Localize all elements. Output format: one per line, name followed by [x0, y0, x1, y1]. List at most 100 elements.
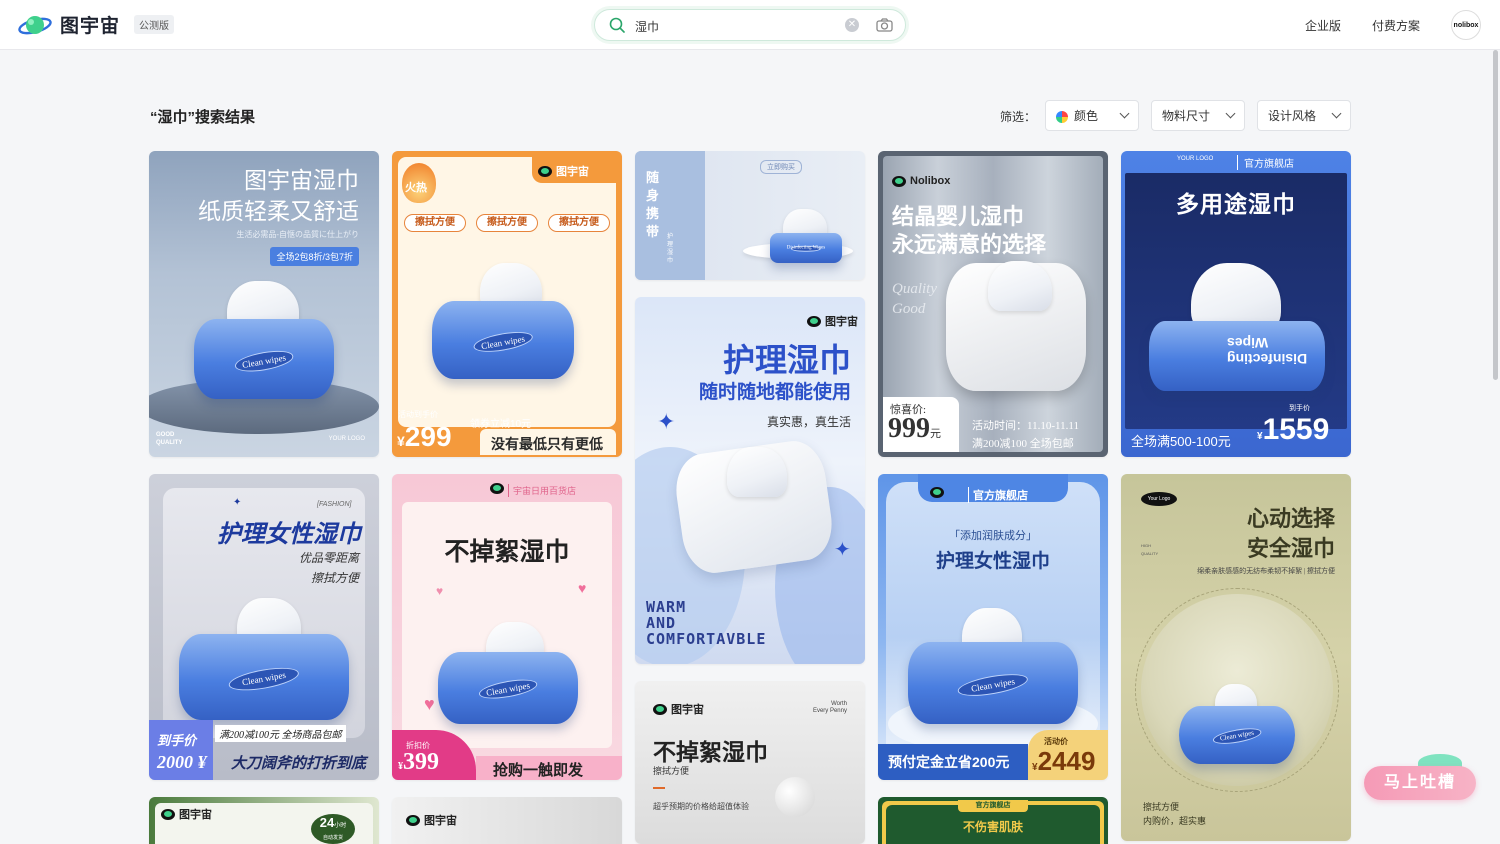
template-card[interactable]: 图宇宙 24小时 自动发货 [149, 797, 379, 844]
template-card[interactable]: 宇宙日用百货店 不掉絮湿巾 ♥ ♥ ♥ Clean wipes 折扣价 ¥399… [392, 474, 622, 780]
card-subtitle: 擦拭方便 [653, 766, 690, 776]
footer-text: 擦拭方便 内购价，超实惠 [1143, 802, 1207, 826]
filter-color-label: 颜色 [1056, 107, 1098, 124]
wipes-pack: Clean wipes [1169, 706, 1305, 764]
promo-text: 满200减100元 全场商品包邮 [215, 725, 346, 742]
wipes-pack: Clean wipes [182, 319, 346, 399]
script-text: Quality Good [892, 281, 937, 317]
template-card[interactable]: 图宇宙 Worth Every Penny 不掉絮湿巾 擦拭方便 超乎预期的价格给… [635, 681, 865, 844]
search-input[interactable]: 湿巾 [635, 18, 659, 35]
vertical-title: 随身携带 [646, 170, 660, 239]
camera-icon[interactable] [876, 17, 893, 33]
event-info: 活动时间：11.10-11.11 满200减100 全场包邮 [972, 420, 1079, 450]
price: ¥2449 [1032, 746, 1096, 776]
results-title: “湿巾”搜索结果 [150, 109, 256, 126]
quality-text: HIGH QUALITY [1141, 543, 1159, 556]
template-card[interactable]: YOUR LOGO 官方旗舰店 多用途湿巾 Disinfecting Wipes … [1121, 151, 1351, 457]
avatar[interactable]: nolibox [1451, 10, 1481, 40]
scrollbar-thumb[interactable] [1493, 50, 1498, 380]
price: ¥1559 [1257, 413, 1330, 446]
scrollbar[interactable] [1491, 50, 1500, 844]
template-card[interactable]: Your Logo 心动选择 安全湿巾 HIGH QUALITY 绵柔亲肤感感的无纺… [1121, 474, 1351, 841]
card-title: 不伤害肌肤 [962, 820, 1023, 834]
coupon-text: 领券立减10元 [470, 419, 532, 430]
feature-chip: 擦拭方便 [404, 214, 466, 232]
search-icon[interactable] [609, 17, 625, 33]
vertical-sub: 护理湿巾 [667, 234, 674, 264]
card-subtitle: 优品零距离 擦拭方便 [298, 551, 359, 585]
template-card[interactable]: 官方旗舰店 不伤害肌肤 [878, 797, 1108, 844]
nav-pricing[interactable]: 付费方案 [1372, 17, 1420, 34]
english-slogan: WARM AND COMFORTAVBLE [646, 598, 767, 648]
wipes-pack: Disinfecting Wipes [764, 233, 848, 263]
filter-size[interactable]: 物料尺寸 [1151, 100, 1245, 131]
wipes-pack: Clean wipes [420, 301, 586, 379]
store-name: 官方旗舰店 [1237, 155, 1294, 170]
slogan: 大刀阔斧的打折到底 [231, 756, 367, 772]
price: 2000 ¥ [157, 752, 207, 772]
store-name: 官方旗舰店 [968, 487, 1028, 503]
template-card[interactable]: 图宇宙湿巾 纸质轻柔又舒适 生活必需品-自惬の品質に仕上がり 全场2包8折/3包7… [149, 151, 379, 457]
deco-sphere [775, 777, 815, 817]
brand-logo[interactable]: 图宇宙 公测版 [18, 11, 175, 38]
price-label: 到手价 [1289, 405, 1310, 412]
your-logo: Your Logo [1141, 492, 1177, 506]
slogan: 没有最低只有更低 [491, 436, 603, 452]
buy-now-tag: 立即购买 [760, 160, 802, 174]
card-title: 图宇宙湿巾 纸质轻柔又舒适 [198, 168, 359, 224]
price: ¥399 [398, 749, 439, 775]
brand-badge: Nolibox [892, 175, 950, 187]
card-title: 结晶婴儿湿巾 永远满意的选择 [892, 204, 1047, 257]
template-card[interactable]: 图宇宙 护理湿巾 随时随地都能使用 真实惠，真生活 ✦ ✦ WARM AND COM… [635, 297, 865, 664]
wipes-pack: Clean wipes [426, 652, 590, 724]
template-card[interactable]: [FASHION] ✦ 护理女性湿巾 优品零距离 擦拭方便 Clean wipes… [149, 474, 379, 780]
wipe-sheet [988, 261, 1052, 311]
wipes-pack: Clean wipes [165, 634, 363, 720]
template-card[interactable]: 火热 图宇宙 擦拭方便 擦拭方便 擦拭方便 Clean wipes 活动到手价 … [392, 151, 622, 457]
corner-text: Worth Every Penny [812, 701, 847, 714]
template-card[interactable]: 图宇宙 [392, 797, 622, 844]
template-card[interactable]: 官方旗舰店 「添加润肤成分」 护理女性湿巾 Clean wipes 预付定金立省… [878, 474, 1108, 780]
beta-badge: 公测版 [134, 15, 175, 34]
filter-color[interactable]: 颜色 [1045, 100, 1139, 131]
card-desc: 绵柔亲肤感感的无纺布柔韧不掉絮 | 擦拭方便 [1197, 567, 1335, 575]
card-title: 心动选择 安全湿巾 [1246, 506, 1335, 561]
chevron-down-icon [1225, 108, 1236, 119]
brand-badge: 图宇宙 [406, 812, 457, 828]
nav-enterprise[interactable]: 企业版 [1305, 17, 1341, 34]
wipes-pack: Clean wipes [894, 642, 1092, 724]
filter-size-label: 物料尺寸 [1162, 109, 1211, 123]
brand-badge: 图宇宙 [161, 806, 212, 822]
filter-style-label: 设计风格 [1268, 109, 1317, 123]
shop-name: 宇宙日用百货店 [508, 484, 576, 497]
card-title: 不掉絮湿巾 [653, 739, 768, 765]
your-logo: YOUR LOGO [328, 436, 365, 442]
template-card[interactable]: Nolibox 结晶婴儿湿巾 永远满意的选择 Quality Good 惊喜价: 9… [878, 151, 1108, 457]
brand-logo-icon [930, 487, 944, 498]
brand-logo-icon [490, 483, 504, 494]
heart-icon: ♥ [436, 584, 444, 598]
accent-line [653, 787, 665, 789]
clear-search-icon[interactable]: ✕ [845, 18, 859, 32]
template-card[interactable]: 随身携带 护理湿巾 立即购买 Disinfecting Wipes [635, 151, 865, 280]
search-box[interactable]: 湿巾 ✕ [594, 9, 906, 41]
your-logo: YOUR LOGO [1177, 156, 1214, 162]
card-title: 护理女性湿巾 [217, 522, 361, 548]
feedback-button[interactable]: 马上吐槽 [1364, 766, 1476, 800]
heart-icon: ♥ [578, 580, 587, 596]
card-subtitle: 生活必需品-自惬の品質に仕上がり [236, 230, 359, 239]
card-title: 多用途湿巾 [1176, 191, 1296, 217]
filter-style[interactable]: 设计风格 [1257, 100, 1351, 131]
pack-label: Disinfecting Wipes [1227, 335, 1308, 367]
brand-logo-icon [538, 165, 552, 177]
card-title: 护理湿巾 [722, 342, 851, 378]
promo-text: 预付定金立省200元 [888, 754, 1010, 770]
brand-badge [930, 487, 944, 498]
card-subtitle: 随时随地都能使用 [698, 382, 851, 403]
filter-label: 筛选： [1000, 110, 1037, 124]
brand-logo-icon [653, 703, 667, 715]
card-title: 护理女性湿巾 [935, 551, 1050, 572]
chevron-down-icon [1331, 108, 1342, 119]
top-bar: 图宇宙 公测版 湿巾 ✕ 企业版 付费方案 nolibox [0, 0, 1500, 50]
brand-badge: 图宇宙 [538, 163, 589, 179]
